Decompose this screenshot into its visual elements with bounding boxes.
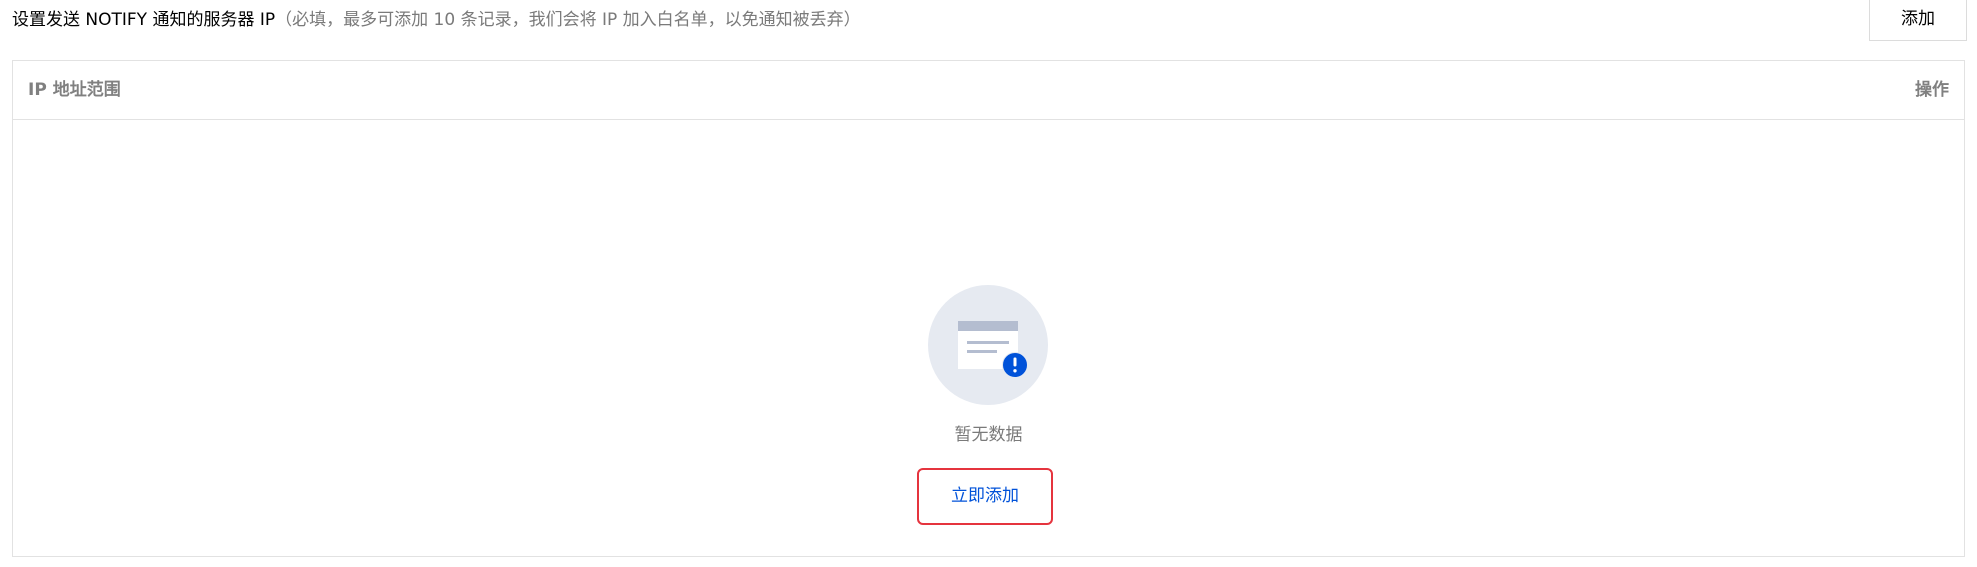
empty-message: 暂无数据 [954,425,1023,445]
section-title-main: 设置发送 NOTIFY 通知的服务器 IP [12,10,276,30]
ip-whitelist-header: 设置发送 NOTIFY 通知的服务器 IP（必填，最多可添加 10 条记录，我们… [12,0,1967,42]
section-title: 设置发送 NOTIFY 通知的服务器 IP（必填，最多可添加 10 条记录，我们… [12,8,861,32]
column-header-actions: 操作 [1915,80,1949,100]
section-title-hint: （必填，最多可添加 10 条记录，我们会将 IP 加入白名单，以免通知被丢弃） [275,10,861,30]
table-header-row: IP 地址范围 操作 [13,61,1964,120]
column-header-ip-range: IP 地址范围 [28,80,121,100]
empty-document-icon [958,321,1028,378]
ip-range-table: IP 地址范围 操作 暂无数据 立即添加 [12,60,1965,557]
add-now-button[interactable]: 立即添加 [917,468,1053,525]
add-button[interactable]: 添加 [1869,0,1967,41]
empty-state: 暂无数据 立即添加 [13,120,1964,556]
empty-data-icon [928,285,1048,405]
